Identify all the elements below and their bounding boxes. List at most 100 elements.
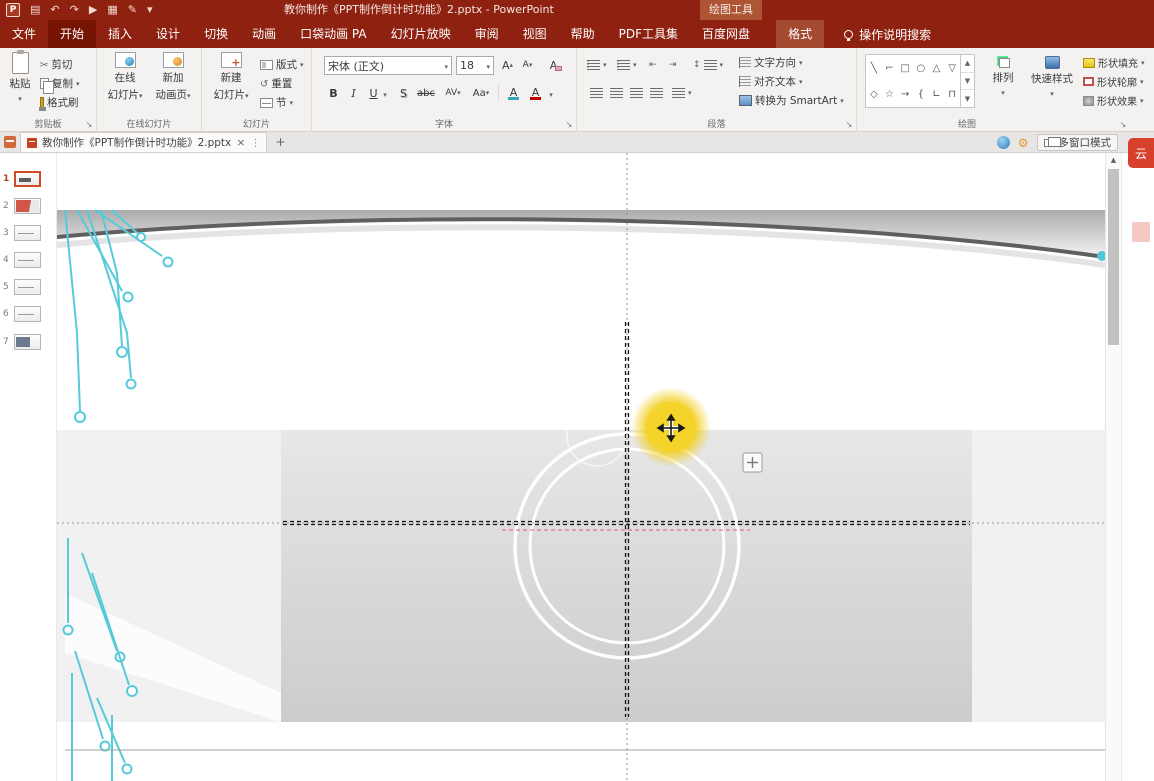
tab-more-icon[interactable]	[250, 137, 260, 149]
tab-file[interactable]: 文件	[0, 20, 48, 48]
align-right-button[interactable]	[627, 84, 646, 102]
shape-oval-icon[interactable]: ○	[913, 55, 929, 81]
decrease-indent-button[interactable]: ⇤	[649, 56, 657, 73]
italic-button[interactable]: I	[344, 84, 363, 102]
text-shadow-button[interactable]: S	[394, 84, 413, 102]
shape-elbow-icon[interactable]: ⌐	[882, 55, 898, 81]
new-slide-button[interactable]: 新建 幻灯片	[208, 52, 254, 102]
shape-gallery-down-icon[interactable]: ▼	[961, 72, 974, 90]
slide-thumbnail-5[interactable]: 5	[0, 275, 57, 299]
shape-diamond-icon[interactable]: ◇	[866, 81, 882, 107]
tab-design[interactable]: 设计	[144, 20, 192, 48]
tab-plugin-icon[interactable]	[4, 136, 16, 148]
tab-view[interactable]: 视图	[511, 20, 559, 48]
align-left-button[interactable]	[587, 84, 606, 102]
cut-button[interactable]: 剪切	[40, 56, 72, 73]
slide-thumbnail-1[interactable]: 1	[0, 167, 57, 191]
new-tab-button[interactable]: +	[271, 133, 289, 151]
shape-arrow-icon[interactable]: →	[897, 81, 913, 107]
line-spacing-button[interactable]: ↕	[693, 56, 723, 73]
tab-pdf-tools[interactable]: PDF工具集	[607, 20, 690, 48]
text-direction-button[interactable]: 文字方向	[739, 54, 803, 71]
increase-indent-button[interactable]: ⇥	[669, 56, 677, 73]
tab-pocket-animation[interactable]: 口袋动画 PA	[288, 20, 379, 48]
plugin-secondary-badge[interactable]	[1132, 222, 1150, 242]
shape-fill-button[interactable]: 形状填充	[1083, 54, 1145, 71]
start-slideshow-icon[interactable]: ▶	[89, 0, 97, 20]
shrink-font-button[interactable]: A▾	[518, 56, 537, 74]
document-tab[interactable]: 教你制作《PPT制作倒计时功能》2.pptx	[20, 132, 267, 152]
shape-gallery-more-icon[interactable]: ▼	[961, 89, 974, 107]
layout-button[interactable]: 版式	[260, 56, 304, 73]
justify-button[interactable]	[647, 84, 666, 102]
tell-me-search[interactable]: 操作说明搜索	[844, 20, 931, 48]
slide-thumbnail-2[interactable]: 2	[0, 194, 57, 218]
shape-line-icon[interactable]: ╲	[866, 55, 882, 81]
arrange-button[interactable]: 排列	[985, 56, 1021, 98]
tab-transitions[interactable]: 切换	[192, 20, 240, 48]
vertical-scrollbar[interactable]: ▲	[1105, 153, 1121, 781]
text-highlight-button[interactable]: A	[504, 84, 523, 102]
grow-font-button[interactable]: A▴	[498, 56, 517, 74]
shape-bracket-icon[interactable]: ⊓	[944, 81, 960, 107]
character-spacing-button[interactable]: AV	[440, 84, 466, 102]
numbering-button[interactable]	[617, 56, 637, 73]
change-case-button[interactable]: Aa	[468, 84, 494, 102]
cloud-plugin-badge[interactable]: 云	[1128, 138, 1154, 168]
undo-icon[interactable]: ↶	[50, 0, 59, 20]
section-button[interactable]: 节	[260, 94, 293, 111]
slide-thumbnail-4[interactable]: 4	[0, 248, 57, 272]
shape-star-icon[interactable]: ☆	[882, 81, 898, 107]
tab-help[interactable]: 帮助	[559, 20, 607, 48]
shape-rectangle-icon[interactable]: □	[897, 55, 913, 81]
multi-window-mode-button[interactable]: 多窗口模式	[1037, 134, 1119, 151]
tab-insert[interactable]: 插入	[96, 20, 144, 48]
paste-button[interactable]: 粘贴	[4, 52, 36, 104]
tab-animations[interactable]: 动画	[240, 20, 288, 48]
settings-gear-icon[interactable]: ⚙	[1018, 137, 1029, 149]
font-size-combo[interactable]: 18	[456, 56, 494, 75]
new-animation-page-button[interactable]: 新加 动画页	[151, 52, 195, 102]
drawing-dialog-launcher[interactable]	[1118, 120, 1128, 130]
quick-styles-button[interactable]: 快速样式	[1027, 56, 1077, 99]
online-slides-button[interactable]: 在线 幻灯片	[103, 52, 147, 102]
clear-formatting-button[interactable]: A	[544, 56, 568, 74]
strikethrough-button[interactable]: abc	[414, 84, 438, 102]
sync-sphere-icon[interactable]	[997, 136, 1010, 149]
bold-button[interactable]: B	[324, 84, 343, 102]
reset-button[interactable]: 重置	[260, 75, 292, 92]
draw-icon[interactable]: ✎	[128, 0, 137, 20]
tab-baidu-pan[interactable]: 百度网盘	[690, 20, 762, 48]
save-icon[interactable]: ▤	[30, 0, 40, 20]
font-color-button[interactable]: A	[526, 84, 545, 102]
slide-thumbnail-3[interactable]: 3	[0, 221, 57, 245]
copy-button[interactable]: 复制	[40, 75, 80, 92]
new-document-icon[interactable]: ▦	[107, 0, 117, 20]
font-color-chevron[interactable]	[546, 84, 556, 102]
tab-slideshow[interactable]: 幻灯片放映	[379, 20, 463, 48]
format-painter-button[interactable]: 格式刷	[40, 94, 79, 111]
align-text-button[interactable]: 对齐文本	[739, 73, 803, 90]
redo-icon[interactable]: ↷	[70, 0, 79, 20]
customize-qat-chevron-icon[interactable]: ▾	[147, 0, 153, 20]
scrollbar-thumb[interactable]	[1108, 169, 1119, 345]
tab-format[interactable]: 格式	[776, 20, 824, 48]
shape-gallery-up-icon[interactable]: ▲	[961, 55, 974, 72]
shape-brace-icon[interactable]: {	[913, 81, 929, 107]
powerpoint-logo-icon[interactable]: P	[6, 3, 20, 17]
columns-button[interactable]	[672, 84, 692, 101]
shape-angle-icon[interactable]: ∟	[929, 81, 945, 107]
slide-thumbnail-6[interactable]: 6	[0, 302, 57, 326]
underline-chevron[interactable]	[380, 84, 390, 102]
shape-effects-button[interactable]: 形状效果	[1083, 92, 1144, 109]
bullets-button[interactable]	[587, 56, 607, 73]
shape-triangle-down-icon[interactable]: ▽	[944, 55, 960, 81]
convert-smartart-button[interactable]: 转换为 SmartArt	[739, 92, 844, 109]
clipboard-dialog-launcher[interactable]	[84, 120, 94, 130]
tab-home[interactable]: 开始	[48, 20, 96, 48]
shape-outline-button[interactable]: 形状轮廓	[1083, 73, 1144, 90]
slide-thumbnail-7[interactable]: 7	[0, 330, 57, 354]
tab-review[interactable]: 审阅	[463, 20, 511, 48]
paragraph-dialog-launcher[interactable]	[844, 120, 854, 130]
shape-triangle-icon[interactable]: △	[929, 55, 945, 81]
